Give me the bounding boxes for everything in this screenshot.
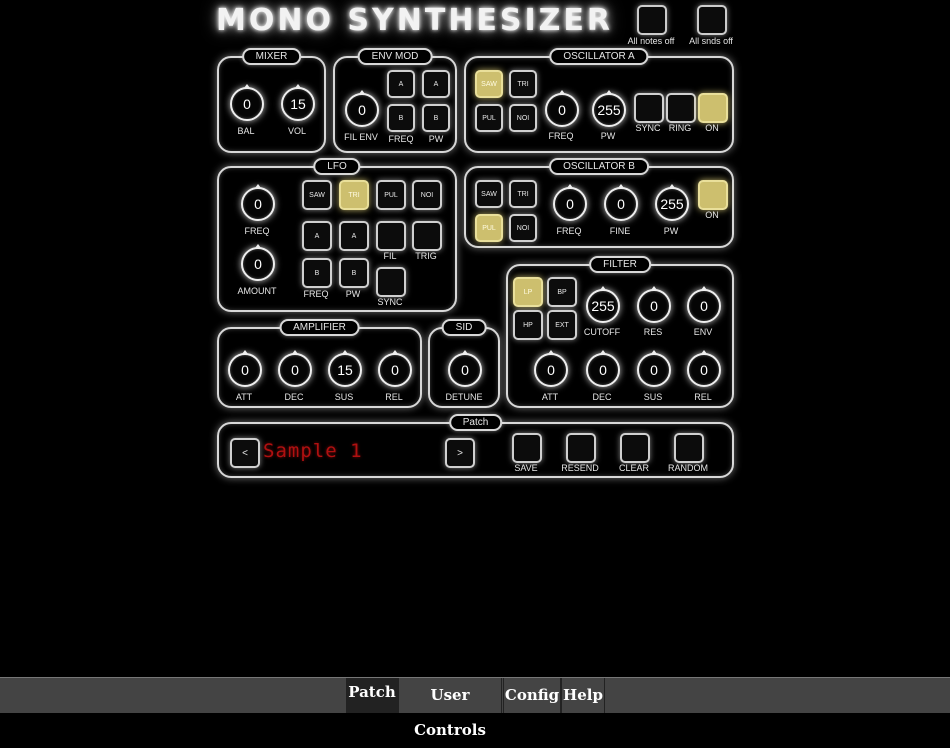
vol-label: VOL <box>287 126 306 136</box>
lfo-sync-label: SYNC <box>377 297 403 307</box>
patch-next-button[interactable]: > <box>445 438 475 468</box>
lfo-pw-b-button[interactable]: B <box>339 258 369 288</box>
osc-b-fine-knob[interactable]: 0 <box>604 184 638 221</box>
filter-res-knob[interactable]: 0 <box>637 286 671 323</box>
amp-rel-label: REL <box>385 392 403 402</box>
osc-a-saw-button[interactable]: SAW <box>475 70 503 98</box>
lfo-fil-button[interactable] <box>376 221 406 251</box>
all-notes-off-button[interactable] <box>637 5 667 35</box>
env-mod-freq-a-button[interactable]: A <box>387 70 415 98</box>
filter-sus-knob[interactable]: 0 <box>637 350 671 387</box>
osc-b-freq-knob[interactable]: 0 <box>553 184 587 221</box>
osc-a-freq-knob[interactable]: 0 <box>545 90 579 127</box>
env-mod-title: ENV MOD <box>357 48 433 65</box>
patch-random-button[interactable] <box>674 433 704 463</box>
patch-random-label: RANDOM <box>668 463 708 473</box>
amp-dec-knob[interactable]: 0 <box>278 350 312 387</box>
app-title: MONO SYNTHESIZER <box>216 3 614 38</box>
lfo-amount-knob[interactable]: 0 <box>241 244 275 281</box>
lfo-freq-label: FREQ <box>244 226 270 236</box>
filter-env-label: ENV <box>693 327 713 337</box>
tab-patch[interactable]: Patch <box>346 678 398 713</box>
lfo-freq-knob[interactable]: 0 <box>241 184 275 221</box>
tab-config[interactable]: Config <box>503 678 561 713</box>
osc-b-saw-button[interactable]: SAW <box>475 180 503 208</box>
env-mod-pw-a-button[interactable]: A <box>422 70 450 98</box>
lfo-noi-button[interactable]: NOI <box>412 180 442 210</box>
lfo-tri-button[interactable]: TRI <box>339 180 369 210</box>
osc-a-tri-button[interactable]: TRI <box>509 70 537 98</box>
osc-a-sync-button[interactable] <box>634 93 664 123</box>
patch-clear-button[interactable] <box>620 433 650 463</box>
lfo-pw-a-button[interactable]: A <box>339 221 369 251</box>
oscillator-b-title: OSCILLATOR B <box>549 158 649 175</box>
osc-a-pul-button[interactable]: PUL <box>475 104 503 132</box>
filter-rel-knob[interactable]: 0 <box>687 350 721 387</box>
sid-title: SID <box>441 319 487 336</box>
env-mod-pw-label: PW <box>428 134 444 144</box>
env-mod-pw-b-button[interactable]: B <box>422 104 450 132</box>
patch-title: Patch <box>448 414 503 431</box>
lfo-trig-label: TRIG <box>415 251 437 261</box>
patch-prev-button[interactable]: < <box>230 438 260 468</box>
osc-b-on-button[interactable] <box>698 180 728 210</box>
osc-a-on-button[interactable] <box>698 93 728 123</box>
oscillator-a-title: OSCILLATOR A <box>549 48 649 65</box>
osc-b-tri-button[interactable]: TRI <box>509 180 537 208</box>
patch-save-button[interactable] <box>512 433 542 463</box>
tab-help[interactable]: Help <box>561 678 605 713</box>
fil-env-knob[interactable]: 0 <box>345 90 379 127</box>
amp-sus-knob[interactable]: 15 <box>328 350 362 387</box>
tab-user-controls[interactable]: User Controls <box>398 678 502 739</box>
osc-a-pw-knob[interactable]: 255 <box>592 90 626 127</box>
all-sounds-off-button[interactable] <box>697 5 727 35</box>
filter-rel-label: REL <box>694 392 712 402</box>
lfo-freq-a-button[interactable]: A <box>302 221 332 251</box>
filter-cutoff-knob[interactable]: 255 <box>586 286 620 323</box>
osc-b-pw-label: PW <box>663 226 679 236</box>
filter-hp-button[interactable]: HP <box>513 310 543 340</box>
vol-knob[interactable]: 15 <box>281 84 315 121</box>
lfo-trig-button[interactable] <box>412 221 442 251</box>
amp-rel-knob[interactable]: 0 <box>378 350 412 387</box>
lfo-saw-button[interactable]: SAW <box>302 180 332 210</box>
filter-att-knob[interactable]: 0 <box>534 350 568 387</box>
filter-title: FILTER <box>589 256 651 273</box>
mixer-title: MIXER <box>241 48 302 65</box>
sid-detune-label: DETUNE <box>445 392 483 402</box>
filter-lp-button[interactable]: LP <box>513 277 543 307</box>
sid-detune-knob[interactable]: 0 <box>448 350 482 387</box>
osc-b-noi-button[interactable]: NOI <box>509 214 537 242</box>
lfo-pul-button[interactable]: PUL <box>376 180 406 210</box>
filter-dec-knob[interactable]: 0 <box>586 350 620 387</box>
env-mod-freq-b-button[interactable]: B <box>387 104 415 132</box>
bal-knob[interactable]: 0 <box>230 84 264 121</box>
patch-resend-button[interactable] <box>566 433 596 463</box>
osc-a-on-label: ON <box>705 123 719 133</box>
tab-bar: Patch User Controls Config Help <box>0 677 950 739</box>
osc-b-pul-button[interactable]: PUL <box>475 214 503 242</box>
patch-name-display: Sample 1 <box>263 440 363 462</box>
osc-a-ring-button[interactable] <box>666 93 696 123</box>
lfo-title: LFO <box>313 158 361 175</box>
lfo-sync-button[interactable] <box>376 267 406 297</box>
filter-env-knob[interactable]: 0 <box>687 286 721 323</box>
amp-att-knob[interactable]: 0 <box>228 350 262 387</box>
osc-b-on-label: ON <box>705 210 719 220</box>
lfo-freq-b-button[interactable]: B <box>302 258 332 288</box>
amplifier-title: AMPLIFIER <box>279 319 360 336</box>
all-sounds-off-label: All snds off <box>689 36 733 46</box>
osc-a-noi-button[interactable]: NOI <box>509 104 537 132</box>
filter-bp-button[interactable]: BP <box>547 277 577 307</box>
